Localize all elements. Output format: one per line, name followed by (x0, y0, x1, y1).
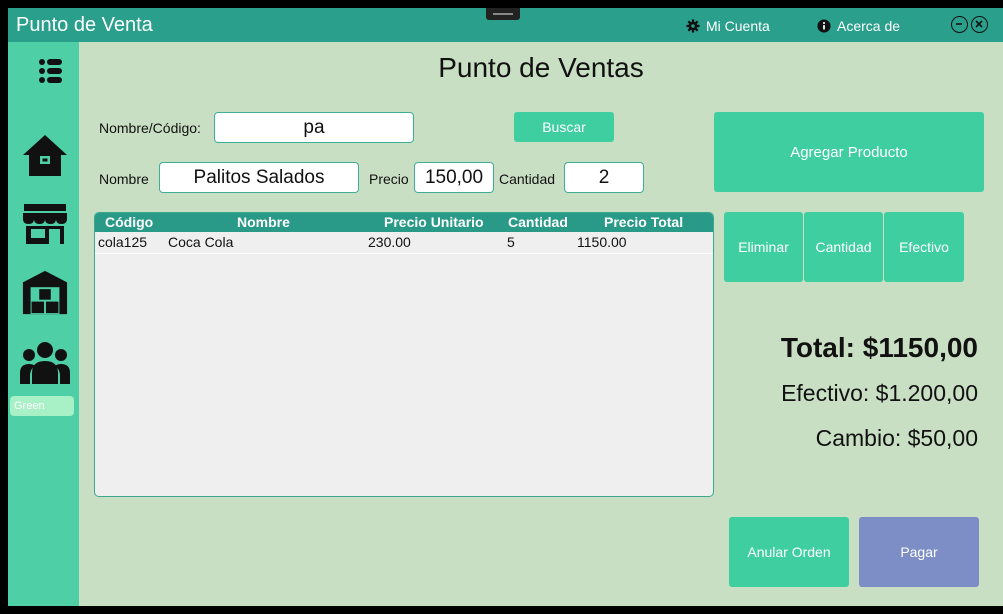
window-title: Punto de Venta (16, 14, 153, 36)
price-label: Precio (369, 171, 409, 187)
cell-quantity: 5 (507, 234, 515, 250)
search-button[interactable]: Buscar (514, 112, 614, 142)
product-name-field[interactable] (159, 162, 359, 193)
cell-total-price: 1150.00 (577, 234, 627, 250)
users-icon[interactable] (19, 338, 71, 386)
search-input[interactable] (214, 112, 414, 143)
warehouse-icon[interactable] (19, 268, 71, 316)
theme-selector[interactable]: Green (10, 396, 74, 416)
minimize-button[interactable] (951, 16, 968, 33)
header-name: Nombre (237, 214, 290, 230)
info-icon (817, 19, 831, 33)
quantity-label: Cantidad (499, 171, 556, 187)
product-name-label: Nombre (99, 171, 149, 187)
my-account-button[interactable]: Mi Cuenta (686, 18, 770, 34)
header-total-price: Precio Total (604, 214, 684, 230)
pay-button[interactable]: Pagar (859, 517, 979, 587)
products-table[interactable]: Código Nombre Precio Unitario Cantidad P… (94, 212, 714, 497)
home-icon[interactable] (19, 130, 71, 178)
header-unit-price: Precio Unitario (384, 214, 484, 230)
header-code: Código (105, 214, 154, 230)
close-icon (975, 20, 983, 28)
cell-name: Coca Cola (168, 234, 234, 250)
about-label: Acerca de (837, 18, 901, 34)
price-field[interactable] (414, 162, 494, 193)
change-amount: Cambio: $50,00 (815, 425, 978, 451)
cash-amount: Efectivo: $1.200,00 (781, 380, 978, 406)
total-amount: Total: $1150,00 (780, 332, 978, 363)
gear-icon (686, 19, 700, 33)
delete-button[interactable]: Eliminar (724, 212, 803, 282)
drag-handle[interactable] (486, 8, 520, 20)
change-quantity-button[interactable]: Cantidad (804, 212, 883, 282)
cell-unit-price: 230.00 (368, 234, 411, 250)
cash-button[interactable]: Efectivo (884, 212, 964, 282)
page-title: Punto de Ventas (438, 52, 644, 83)
add-product-button[interactable]: Agregar Producto (714, 112, 984, 192)
cancel-order-button[interactable]: Anular Orden (729, 517, 849, 587)
cell-code: cola125 (98, 234, 148, 250)
my-account-label: Mi Cuenta (706, 18, 770, 34)
close-button[interactable] (971, 16, 988, 33)
table-row[interactable]: cola125 Coca Cola 230.00 5 1150.00 (95, 233, 713, 254)
sidebar: Green (8, 42, 79, 606)
app-window: Punto de Venta Mi Cuenta Acerca de Green… (8, 8, 1003, 606)
minimize-icon (956, 23, 962, 25)
store-icon[interactable] (19, 200, 71, 248)
title-bar[interactable]: Punto de Venta Mi Cuenta Acerca de (8, 8, 1003, 42)
quantity-field[interactable] (564, 162, 644, 193)
menu-list-icon[interactable] (30, 56, 70, 86)
header-quantity: Cantidad (508, 214, 568, 230)
search-label: Nombre/Código: (99, 120, 201, 136)
table-header: Código Nombre Precio Unitario Cantidad P… (95, 213, 713, 232)
about-button[interactable]: Acerca de (817, 18, 900, 34)
